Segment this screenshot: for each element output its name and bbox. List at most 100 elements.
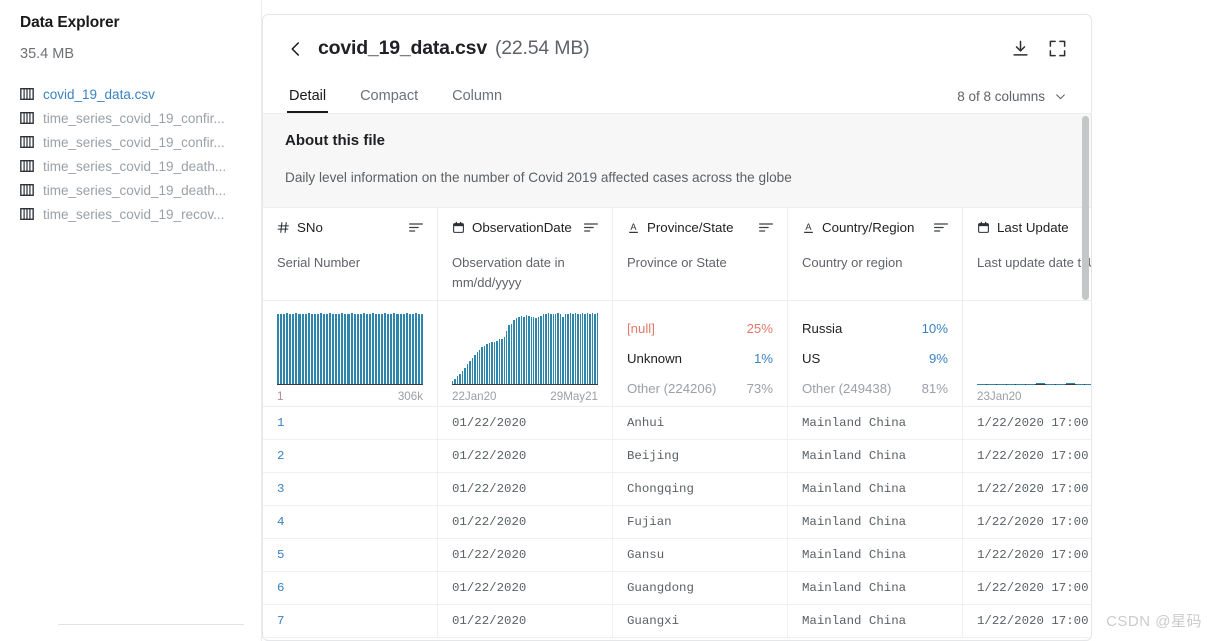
sort-icon[interactable] [934, 222, 948, 233]
column-selector[interactable]: 8 of 8 columns [957, 89, 1067, 113]
cell-sno: 4 [263, 506, 438, 538]
svg-text:A: A [805, 222, 812, 232]
sidebar-total-size: 35.4 MB [20, 46, 74, 62]
distribution-1: 22Jan20 29May21 [438, 301, 613, 406]
column-description: Last update date ti UTC [977, 255, 1091, 270]
cell-province: Chongqing [613, 473, 788, 505]
sort-icon[interactable] [584, 222, 598, 233]
tab-bar: Detail Compact Column 8 of 8 columns [287, 88, 1067, 113]
fullscreen-icon[interactable] [1048, 39, 1067, 58]
table-icon [20, 112, 34, 124]
hash-icon [277, 222, 289, 233]
cell-sno: 7 [263, 605, 438, 637]
sidebar-item-label: time_series_covid_19_confir... [43, 110, 225, 126]
column-head: Last Update [977, 220, 1091, 235]
cell-sno: 3 [263, 473, 438, 505]
sidebar-item-4[interactable]: time_series_covid_19_death... [20, 178, 262, 202]
value-name: Russia [802, 320, 843, 336]
table-icon [20, 88, 34, 100]
cell-country: Mainland China [788, 506, 963, 538]
cell-last-update: 1/22/2020 17:00 [977, 581, 1089, 595]
axis-min: 1 [277, 390, 284, 403]
column-head: A Province/State [627, 220, 773, 235]
sidebar-item-0[interactable]: covid_19_data.csv [20, 82, 262, 106]
value-row-0: Russia 10% [802, 313, 948, 343]
column-name: ObservationDate [472, 220, 572, 235]
sidebar-title: Data Explorer [20, 14, 120, 31]
title-row: covid_19_data.csv (22.54 MB) [287, 37, 1067, 60]
table-row: 6 01/22/2020 Guangdong Mainland China 1/22/2… [263, 572, 1091, 605]
cell-date: 01/22/2020 [438, 539, 613, 571]
cell-date: 01/22/2020 [438, 605, 613, 637]
column-description: Observation date in mm/dd/yyyy [452, 255, 565, 290]
text-a-icon: A [804, 222, 813, 233]
cell-province: Beijing [613, 440, 788, 472]
cell-last-update: 1/22/2020 17:00 [977, 449, 1089, 463]
histogram [452, 313, 599, 385]
distribution-0: 1 306k [263, 301, 438, 406]
sidebar-item-5[interactable]: time_series_covid_19_recov... [20, 202, 262, 226]
value-row-2: Other (224206) 73% [627, 373, 773, 403]
value-row-2: Other (249438) 81% [802, 373, 948, 403]
tab-column[interactable]: Column [450, 88, 504, 113]
value-percent: 25% [746, 320, 773, 336]
sidebar-item-label: time_series_covid_19_recov... [43, 206, 225, 222]
chevron-down-icon [1056, 94, 1065, 100]
table-row: 2 01/22/2020 Beijing Mainland China 1/22/202… [263, 440, 1091, 473]
cell-province: Anhui [613, 407, 788, 439]
cell-last-update: 1/22/2020 17:00 [977, 614, 1089, 628]
cell-province: Guangxi [613, 605, 788, 637]
table-row: 4 01/22/2020 Fujian Mainland China 1/22/2020… [263, 506, 1091, 539]
sidebar-item-label: time_series_covid_19_confir... [43, 134, 225, 150]
tab-detail[interactable]: Detail [287, 88, 329, 113]
main-content: covid_19_data.csv (22.54 MB) Detail Comp… [262, 0, 1218, 641]
sidebar-item-3[interactable]: time_series_covid_19_death... [20, 154, 262, 178]
cell-country: Mainland China [788, 440, 963, 472]
table-row: 7 01/22/2020 Guangxi Mainland China 1/22/202… [263, 605, 1091, 638]
sidebar-item-2[interactable]: time_series_covid_19_confir... [20, 130, 262, 154]
table-icon [20, 184, 34, 196]
cell-country: Mainland China [788, 605, 963, 637]
chevron-left-icon[interactable] [287, 40, 305, 58]
sort-icon[interactable] [409, 222, 423, 233]
column-description: Province or State [627, 255, 727, 270]
value-name: Unknown [627, 350, 682, 366]
cell-province: Gansu [613, 539, 788, 571]
cell-province: Fujian [613, 506, 788, 538]
value-name: Other (249438) [802, 380, 892, 396]
watermark: CSDN @星码 [1106, 613, 1202, 630]
card-scroll-body: About this file Daily level information … [263, 113, 1091, 640]
page-title: covid_19_data.csv [318, 37, 487, 59]
download-icon[interactable] [1011, 39, 1030, 58]
cell-country: Mainland China [788, 539, 963, 571]
column-distribution-row: 1 306k 22Jan20 29May21 [null] 25% Unknown 1% Oth… [263, 301, 1091, 407]
cell-last-update: 1/22/2020 17:00 [977, 515, 1089, 529]
value-name: [null] [627, 320, 655, 336]
text-a-icon: A [629, 222, 638, 233]
value-name: Other (224206) [627, 380, 717, 396]
about-this-file-section: About this file Daily level information … [263, 114, 1091, 208]
value-percent: 9% [928, 350, 948, 366]
value-row-0: [null] 25% [627, 313, 773, 343]
histogram-axis: 1 306k [277, 390, 423, 403]
sidebar: Data Explorer 35.4 MB covid_19_data.csvt… [0, 0, 262, 641]
table-icon [20, 136, 34, 148]
value-name: US [802, 350, 821, 366]
sidebar-item-1[interactable]: time_series_covid_19_confir... [20, 106, 262, 130]
sort-icon[interactable] [759, 222, 773, 233]
column-header-row: SNo Serial Number ObservationDate Observati… [263, 208, 1091, 301]
column-head: ObservationDate [452, 220, 598, 235]
histogram-axis: 23Jan203 [977, 390, 1091, 403]
sidebar-item-label: covid_19_data.csv [43, 86, 155, 102]
tab-compact[interactable]: Compact [358, 88, 420, 113]
table-row: 1 01/22/2020 Anhui Mainland China 1/22/2020 … [263, 407, 1091, 440]
column-head: SNo [277, 220, 423, 235]
file-detail-card: covid_19_data.csv (22.54 MB) Detail Comp… [262, 14, 1092, 641]
cell-country: Mainland China [788, 572, 963, 604]
sidebar-file-list: covid_19_data.csv time_series_covid_19_co… [20, 82, 262, 226]
column-head: A Country/Region [802, 220, 948, 235]
value-percent: 73% [746, 380, 773, 396]
vertical-scrollbar[interactable] [1082, 116, 1089, 300]
histogram-axis: 22Jan20 29May21 [452, 390, 598, 403]
column-name: Province/State [647, 220, 734, 235]
